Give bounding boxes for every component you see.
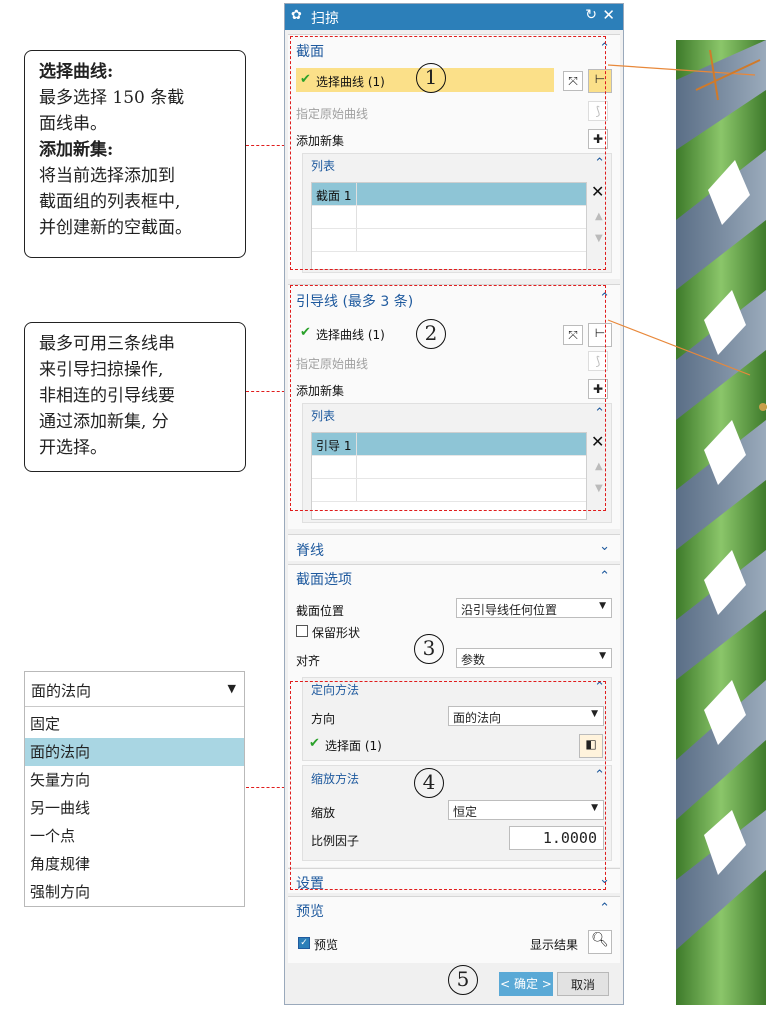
callout-text: 最多可用三条线串 — [39, 334, 175, 354]
ok-button[interactable]: < 确定 > — [499, 972, 553, 996]
callout-text: 来引导扫掠操作, — [39, 360, 164, 380]
dropdown-option[interactable]: 矢量方向 — [25, 766, 244, 794]
dropdown-option-selected[interactable]: 面的法向 — [25, 738, 244, 766]
callout-text: 开选择。 — [39, 438, 107, 458]
dropdown-option[interactable]: 角度规律 — [25, 850, 244, 878]
preserve-shape-label: 保留形状 — [312, 626, 361, 640]
orientation-dropdown-list: 面的法向 ▼ 固定 面的法向 矢量方向 另一曲线 一个点 角度规律 强制方向 — [24, 671, 245, 907]
gear-icon: ✿ — [291, 8, 302, 23]
callout-text: 截面组的列表框中, — [39, 192, 181, 212]
dialog-title: 扫掠 — [311, 11, 339, 27]
callout-text: 非相连的引导线要 — [39, 386, 175, 406]
preview-title[interactable]: 预览 — [296, 901, 324, 921]
orientation-dropdown-head[interactable]: 面的法向 ▼ — [25, 672, 244, 707]
annotation-box-guide — [290, 285, 606, 511]
dropdown-option[interactable]: 一个点 — [25, 822, 244, 850]
twisted-sweep-model — [607, 40, 767, 1005]
callout-text: 面线串。 — [39, 114, 107, 134]
marker-3: 3 — [414, 634, 444, 664]
section-options-title[interactable]: 截面选项 — [296, 569, 352, 589]
guide-point — [759, 403, 767, 411]
orientation-dropdown-selected: 面的法向 — [31, 682, 92, 700]
marker-2: 2 — [416, 319, 446, 349]
preserve-shape-checkbox[interactable] — [296, 625, 308, 637]
annotation-box-section — [290, 36, 606, 270]
callout-text: 并创建新的空截面。 — [39, 218, 192, 238]
callout-section: 选择曲线: 最多选择 150 条截 面线串。 添加新集: 将当前选择添加到 截面… — [24, 50, 246, 258]
position-value: 沿引导线任何位置 — [461, 603, 558, 617]
chevron-down-icon: ▼ — [227, 682, 236, 695]
callout-text: 通过添加新集, 分 — [39, 412, 169, 432]
preview-checkbox-label: 预览 — [314, 938, 339, 952]
align-label: 对齐 — [296, 654, 321, 668]
marker-5: 5 — [448, 965, 478, 995]
dialog-titlebar: ✿ 扫掠 ↻ ✕ — [285, 4, 623, 30]
position-label: 截面位置 — [296, 604, 345, 618]
spine-panel[interactable]: 脊线 ⌄ — [288, 534, 620, 561]
reset-icon[interactable]: ↻ — [585, 7, 597, 23]
align-value: 参数 — [461, 653, 486, 667]
show-result-label: 显示结果 — [530, 938, 579, 952]
align-dropdown[interactable]: 参数 ▼ — [456, 648, 612, 668]
callout-guide: 最多可用三条线串 来引导扫掠操作, 非相连的引导线要 通过添加新集, 分 开选择… — [24, 322, 246, 472]
preview-panel: 预览 ⌃ ✓ 预览 显示结果 🔍︎ — [288, 896, 620, 963]
callout-heading-select-curve: 选择曲线: — [39, 62, 114, 82]
marker-1: 1 — [416, 63, 446, 93]
callout-text: 最多选择 150 条截 — [39, 88, 185, 108]
callout-heading-add-new-set: 添加新集: — [39, 140, 114, 160]
dropdown-option[interactable]: 固定 — [25, 710, 244, 738]
annotation-box-orientation — [290, 681, 606, 890]
position-dropdown[interactable]: 沿引导线任何位置 ▼ — [456, 598, 612, 618]
preview-checkbox[interactable]: ✓ — [298, 937, 310, 949]
dropdown-option[interactable]: 另一曲线 — [25, 794, 244, 822]
spine-title[interactable]: 脊线 — [296, 540, 324, 560]
dropdown-option[interactable]: 强制方向 — [25, 878, 244, 906]
callout-text: 将当前选择添加到 — [39, 166, 175, 186]
marker-4: 4 — [414, 768, 444, 798]
